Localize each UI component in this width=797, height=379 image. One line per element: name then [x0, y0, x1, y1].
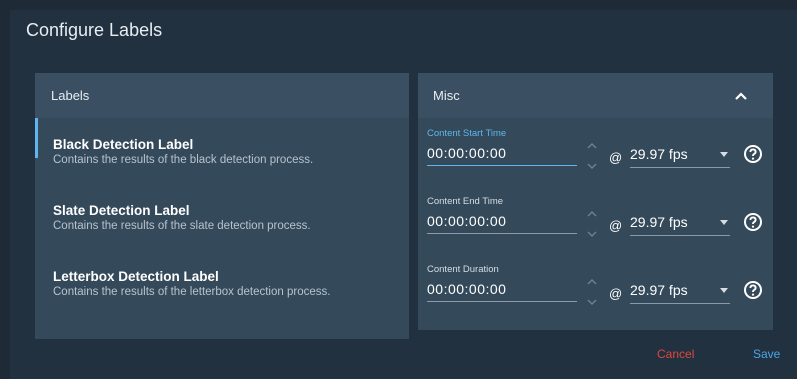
label-item-letterbox-detection[interactable]: Letterbox Detection Label Contains the r… — [35, 250, 409, 316]
help-circle-icon[interactable] — [743, 144, 763, 164]
content-start-time-label: Content Start Time — [427, 128, 507, 139]
caret-down-icon — [720, 220, 728, 225]
frame-rate-value: 29.97 fps — [630, 282, 688, 298]
configure-labels-dialog: Configure Labels Labels Black Detection … — [10, 10, 797, 379]
label-item-description: Contains the results of the black detect… — [53, 154, 314, 166]
frame-rate-value: 29.97 fps — [630, 214, 688, 230]
frame-rate-value: 29.97 fps — [630, 146, 688, 162]
help-circle-icon[interactable] — [743, 212, 763, 232]
misc-panel-title: Misc — [433, 88, 460, 103]
content-duration-label: Content Duration — [427, 264, 499, 275]
cancel-button[interactable]: Cancel — [657, 347, 694, 361]
spin-arrows-icon[interactable] — [585, 274, 599, 310]
dialog-title: Configure Labels — [26, 20, 163, 40]
misc-panel-header[interactable]: Misc — [418, 73, 773, 118]
content-start-time-row: Content Start Time @ 29.97 fps — [418, 118, 773, 186]
content-duration-row: Content Duration @ 29.97 fps — [418, 254, 773, 322]
caret-down-icon — [720, 288, 728, 293]
label-item-title: Black Detection Label — [53, 137, 194, 152]
content-end-time-label: Content End Time — [427, 196, 504, 207]
at-symbol: @ — [609, 218, 623, 233]
label-item-description: Contains the results of the letterbox de… — [53, 286, 331, 298]
label-item-black-detection[interactable]: Black Detection Label Contains the resul… — [35, 118, 409, 184]
content-end-time-row: Content End Time @ 29.97 fps — [418, 186, 773, 254]
content-end-time-input[interactable] — [427, 213, 577, 234]
help-circle-icon[interactable] — [743, 280, 763, 300]
caret-down-icon — [720, 152, 728, 157]
label-item-slate-detection[interactable]: Slate Detection Label Contains the resul… — [35, 184, 409, 250]
content-start-time-input[interactable] — [427, 145, 577, 166]
chevron-up-icon[interactable] — [733, 88, 749, 104]
frame-rate-select[interactable]: 29.97 fps — [630, 213, 730, 236]
label-item-description: Contains the results of the slate detect… — [53, 220, 311, 232]
label-item-title: Letterbox Detection Label — [53, 269, 219, 284]
misc-panel: Misc Content Start Time @ 29.97 fps — [418, 73, 773, 330]
frame-rate-select[interactable]: 29.97 fps — [630, 281, 730, 304]
at-symbol: @ — [609, 286, 623, 301]
content-duration-input[interactable] — [427, 281, 577, 302]
save-button[interactable]: Save — [753, 347, 780, 361]
spin-arrows-icon[interactable] — [585, 138, 599, 174]
frame-rate-select[interactable]: 29.97 fps — [630, 145, 730, 168]
spin-arrows-icon[interactable] — [585, 206, 599, 242]
labels-panel-header: Labels — [35, 73, 409, 118]
labels-panel: Labels Black Detection Label Contains th… — [35, 73, 409, 339]
at-symbol: @ — [609, 150, 623, 165]
label-item-title: Slate Detection Label — [53, 203, 190, 218]
